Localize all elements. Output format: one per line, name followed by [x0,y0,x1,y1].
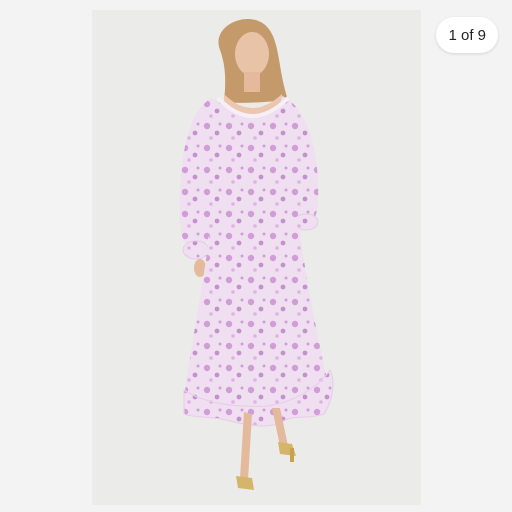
product-photo[interactable] [92,10,421,505]
image-viewer: 1 of 9 [0,0,512,512]
image-counter-badge: 1 of 9 [436,17,498,53]
product-photo-illustration [179,19,334,490]
